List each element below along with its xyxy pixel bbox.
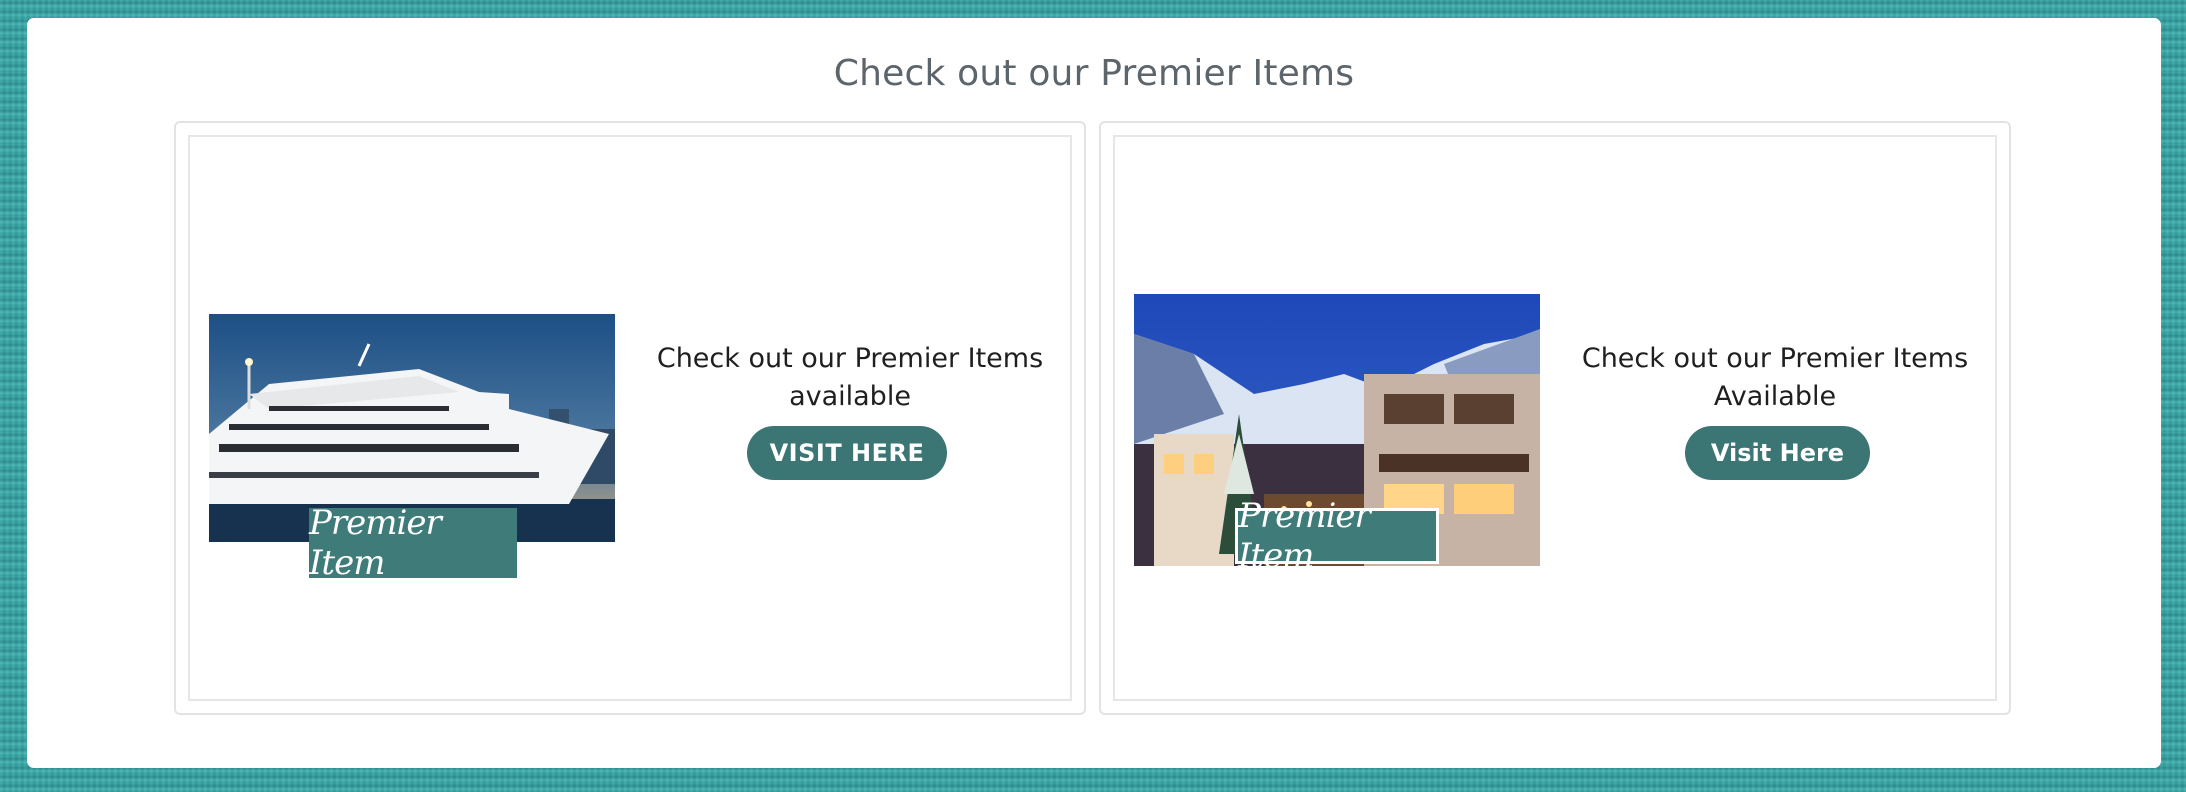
content-panel: Check out our Premier Items Premier Item… xyxy=(27,18,2161,768)
premier-item-image[interactable]: Premier Item xyxy=(1134,294,1540,576)
premier-item-card: Premier Item Check out our Premier Items… xyxy=(1099,121,2011,715)
page-title: Check out our Premier Items xyxy=(833,53,1355,94)
premier-item-badge: Premier Item xyxy=(309,503,517,583)
visit-here-button[interactable]: VISIT HERE xyxy=(747,426,947,480)
premier-item-card: Premier Item Check out our Premier Items… xyxy=(174,121,1086,715)
premier-item-badge: Premier Item xyxy=(1235,496,1439,576)
card-description: Check out our Premier Items available xyxy=(656,343,1044,412)
card-inner-border: Premier Item Check out our Premier Items… xyxy=(1113,135,1997,701)
card-description: Check out our Premier Items Available xyxy=(1581,343,1969,412)
visit-here-button[interactable]: Visit Here xyxy=(1685,426,1870,480)
card-inner-border: Premier Item Check out our Premier Items… xyxy=(188,135,1072,701)
premier-item-image[interactable]: Premier Item xyxy=(209,314,615,583)
